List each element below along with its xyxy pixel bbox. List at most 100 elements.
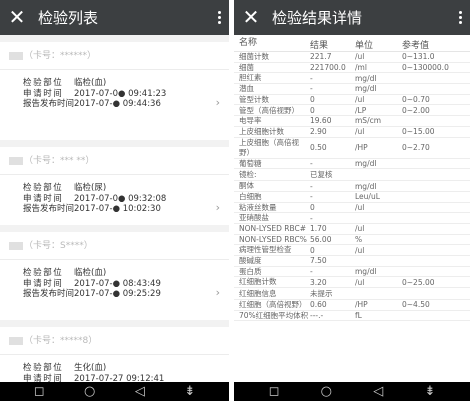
cell-unit: mg/dl — [355, 73, 377, 83]
table-row: 亚硝酸盐 - — [234, 213, 470, 224]
table-row: 葡萄糖 - mg/dl — [234, 159, 470, 170]
result-table: 名称 结果 单位 参考值 细菌计数 221.7/ul 0~131.0 细菌 221700… — [234, 35, 470, 382]
header-name: 名称 — [239, 38, 258, 49]
dept-label: 检验部位 — [23, 78, 64, 88]
cell-unit: % — [355, 234, 363, 244]
cell-result: 0 — [310, 245, 315, 255]
table-row: 上皮细胞（高倍视野） 0.50/HP 0~2.70 — [234, 138, 470, 159]
notification-pull-icon[interactable]: ⇟ — [184, 382, 195, 401]
cell-name: 胆红素 — [239, 73, 262, 83]
dept-label: 检验部位 — [23, 268, 64, 278]
system-nav-bar: ◻ ○ ◁ ⇟ — [0, 382, 229, 401]
close-icon[interactable]: ✕ — [234, 0, 268, 35]
table-row: 70%红细胞平均体积 ---.- fL — [234, 311, 470, 322]
list-item[interactable]: （卡号：S****） 检验部位 临检(血) 申请时间 2017-07-● 08:43… — [0, 232, 229, 320]
table-row: 蛋白质 - mg/dl — [234, 267, 470, 278]
app-bar: ✕ 检验结果详情 — [234, 0, 470, 35]
cell-reference: 0~25.00 — [402, 277, 435, 287]
back-icon[interactable]: ◁ — [135, 382, 145, 401]
cell-unit: /HP — [355, 300, 368, 310]
table-row: 镜检: 已复核 — [234, 169, 470, 182]
cell-name: 粘液丝数量 — [239, 202, 277, 212]
cell-result: 0 — [310, 95, 315, 105]
cell-result: 7.50 — [310, 256, 327, 266]
home-icon[interactable]: ○ — [321, 382, 332, 401]
report-label: 报告发布时间 — [23, 99, 75, 109]
page-title: 检验结果详情 — [272, 9, 363, 27]
cell-result: 1.70 — [310, 224, 327, 234]
cell-unit: mS/cm — [355, 116, 382, 126]
cell-result: 221700.0 — [310, 63, 346, 73]
cell-name: 葡萄糖 — [239, 158, 262, 168]
apply-time: 2017-07-● 08:43:49 — [74, 278, 161, 289]
cell-name: 细菌 — [239, 62, 254, 72]
cell-result: 0.60 — [310, 300, 327, 310]
list-item[interactable]: （卡号：*** **） 检验部位 临检(尿) 申请时间 2017-07-0● 09:… — [0, 140, 229, 225]
cell-name: 电导率 — [239, 116, 262, 126]
cell-reference: 0~0.70 — [402, 95, 430, 105]
table-row: 红细胞信息 未提示 — [234, 288, 470, 301]
patient-header: （卡号：*****8） — [0, 327, 229, 355]
cell-name: 红细胞计数 — [239, 277, 277, 287]
more-menu-icon[interactable] — [450, 11, 470, 24]
cell-reference: 0~131.0 — [402, 52, 435, 62]
cell-result: - — [310, 192, 313, 202]
cell-result: 56.00 — [310, 234, 332, 244]
close-icon[interactable]: ✕ — [0, 0, 34, 35]
notification-pull-icon[interactable]: ⇟ — [424, 382, 435, 401]
table-row: 粘液丝数量 0/ul — [234, 203, 470, 214]
list-item[interactable]: （卡号：*****8） 检验部位 生化(血) 申请时间 2017-07-27 09:… — [0, 327, 229, 382]
back-icon[interactable]: ◁ — [373, 382, 383, 401]
table-row: NON-LYSED RBC% 56.00% — [234, 235, 470, 246]
exam-list: （卡号：******） 检验部位 临检(血) 申请时间 2017-07-0● 09:… — [0, 35, 229, 382]
cell-name: 潜血 — [239, 84, 254, 94]
apply-time: 2017-07-0● 09:32:08 — [74, 193, 167, 204]
table-row: 上皮细胞计数 2.90/ul 0~15.00 — [234, 127, 470, 138]
cell-result: - — [310, 84, 313, 94]
list-item[interactable]: （卡号：******） 检验部位 临检(血) 申请时间 2017-07-0● 09:… — [0, 42, 229, 140]
table-row: NON-LYSED RBC# 1.70/ul — [234, 224, 470, 235]
table-row: 细菌计数 221.7/ul 0~131.0 — [234, 52, 470, 63]
cell-name: 酮体 — [239, 181, 254, 191]
cell-unit: mg/dl — [355, 267, 377, 277]
cell-result: 0.50 — [310, 143, 327, 152]
cell-unit: /ul — [355, 277, 365, 287]
report-time: 2017-07-● 09:25:29 — [74, 289, 161, 299]
cell-result: 221.7 — [310, 52, 332, 62]
table-row: 电导率 19.60 mS/cm — [234, 116, 470, 127]
report-time: 2017-07-● 09:44:36 — [74, 99, 161, 109]
report-time: 2017-07-● 10:02:30 — [74, 204, 161, 214]
cell-result: 未提示 — [310, 289, 333, 299]
table-row: 酸碱度 7.50 — [234, 256, 470, 267]
table-row: 白细胞 - Leu/uL — [234, 192, 470, 203]
cell-reference: 0~130000.0 — [402, 63, 449, 73]
dept-value: 生化(血) — [74, 363, 107, 373]
card-number: （卡号：S****） — [24, 241, 93, 251]
cell-reference: 0~2.70 — [402, 143, 430, 152]
cell-reference: 0~2.00 — [402, 105, 430, 115]
cell-name: 管型计数 — [239, 94, 269, 104]
recents-icon[interactable]: ◻ — [34, 382, 45, 401]
cell-unit: mg/dl — [355, 181, 377, 191]
redacted-name — [9, 241, 23, 250]
cell-name: NON-LYSED RBC% — [239, 234, 307, 244]
more-menu-icon[interactable] — [209, 11, 229, 24]
chevron-right-icon: › — [215, 96, 220, 109]
page-title: 检验列表 — [38, 9, 99, 27]
cell-unit: /ul — [355, 52, 365, 62]
cell-unit: /ul — [355, 127, 365, 137]
cell-unit: /ml — [355, 63, 367, 73]
cell-reference: 0~4.50 — [402, 300, 430, 310]
card-number: （卡号：*** **） — [24, 156, 95, 166]
card-number: （卡号：*****8） — [24, 336, 98, 346]
system-nav-bar: ◻ ○ ◁ ⇟ — [234, 382, 470, 401]
redacted-name — [9, 336, 23, 345]
table-row: 红细胞（高倍视野） 0.60/HP 0~4.50 — [234, 300, 470, 311]
patient-header: （卡号：S****） — [0, 232, 229, 260]
apply-time: 2017-07-0● 09:41:23 — [74, 88, 167, 99]
dept-label: 检验部位 — [23, 363, 64, 373]
home-icon[interactable]: ○ — [84, 382, 95, 401]
recents-icon[interactable]: ◻ — [269, 382, 280, 401]
card-number: （卡号：******） — [24, 51, 97, 61]
table-header: 名称 结果 单位 参考值 — [234, 35, 470, 52]
